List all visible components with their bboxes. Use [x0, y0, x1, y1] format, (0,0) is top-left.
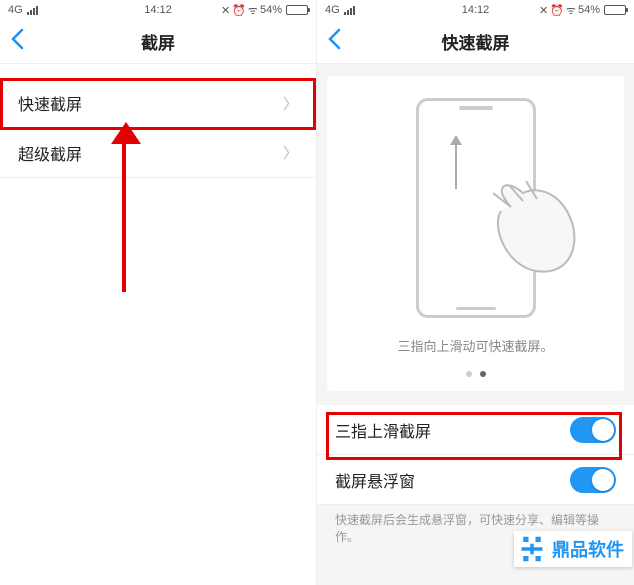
toggle-floating-window[interactable]: [570, 467, 616, 493]
page-title: 快速截屏: [442, 29, 510, 54]
chevron-right-icon: 〉: [283, 142, 298, 163]
row-floating-window[interactable]: 截屏悬浮窗: [317, 455, 634, 505]
network-label: 4G: [325, 4, 340, 16]
highlight-box-right: [326, 412, 622, 460]
title-bar: 快速截屏: [317, 20, 634, 64]
page-title: 截屏: [141, 29, 175, 54]
annotation-arrow-head-icon: [111, 122, 141, 144]
status-bar: 4G 14:12 ✕ ⏰ ᯤ 54%: [317, 0, 634, 20]
status-bar: 4G 14:12 ✕ ⏰ ᯤ 54%: [0, 0, 316, 20]
network-label: 4G: [8, 4, 23, 16]
signal-bars-icon: [27, 6, 38, 15]
alarm-icon: ⏰: [232, 4, 246, 17]
illustration-card: 三指向上滑动可快速截屏。: [327, 76, 624, 391]
highlight-box-left: [0, 78, 316, 130]
row-label: 截屏悬浮窗: [335, 468, 415, 492]
phone-outline-illustration: [416, 98, 536, 318]
no-sound-icon: ✕: [221, 4, 230, 17]
watermark-text: 鼎品软件: [552, 536, 624, 562]
back-button[interactable]: [327, 28, 341, 56]
wifi-icon: ᯤ: [248, 3, 258, 18]
battery-icon: [286, 5, 308, 15]
title-bar: 截屏: [0, 20, 316, 64]
page-indicator[interactable]: [466, 371, 486, 377]
chevron-left-icon: [327, 28, 341, 50]
battery-pct: 54%: [260, 4, 282, 16]
watermark-logo-icon: [518, 535, 546, 563]
clock: 14:12: [144, 4, 172, 16]
battery-icon: [604, 5, 626, 15]
hand-icon: [481, 171, 581, 281]
alarm-icon: ⏰: [550, 4, 564, 17]
swipe-up-arrow-icon: [455, 137, 457, 189]
row-super-screenshot[interactable]: 超级截屏 〉: [0, 128, 316, 178]
no-sound-icon: ✕: [539, 4, 548, 17]
dot-2: [480, 371, 486, 377]
signal-bars-icon: [344, 6, 355, 15]
back-button[interactable]: [10, 28, 24, 56]
row-label: 超级截屏: [18, 141, 82, 165]
dot-1: [466, 371, 472, 377]
battery-pct: 54%: [578, 4, 600, 16]
annotation-arrow-line: [122, 130, 126, 292]
chevron-left-icon: [10, 28, 24, 50]
wifi-icon: ᯤ: [566, 3, 576, 18]
watermark: 鼎品软件: [514, 531, 632, 567]
illustration-caption: 三指向上滑动可快速截屏。: [397, 336, 553, 355]
clock: 14:12: [462, 4, 490, 16]
